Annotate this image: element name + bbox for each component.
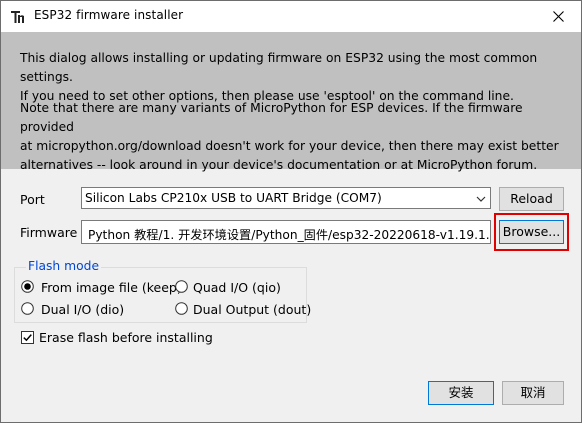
info-paragraph-1: This dialog allows installing or updatin… bbox=[20, 51, 538, 103]
reload-button-label: Reload bbox=[510, 191, 553, 206]
highlight-box bbox=[494, 213, 569, 251]
install-button[interactable]: 安装 bbox=[428, 381, 494, 405]
radio-label-dual-output: Dual Output (dout) bbox=[193, 302, 312, 317]
erase-flash-checkbox[interactable] bbox=[21, 331, 34, 344]
info-panel: This dialog allows installing or updatin… bbox=[1, 32, 581, 172]
chevron-down-icon bbox=[476, 196, 486, 202]
radio-label-from-image-file: From image file (keep) bbox=[41, 280, 182, 295]
close-icon bbox=[553, 11, 564, 22]
erase-flash-label: Erase flash before installing bbox=[39, 330, 213, 345]
cancel-button-label: 取消 bbox=[520, 385, 546, 400]
close-button[interactable] bbox=[536, 1, 581, 32]
radio-from-image-file[interactable] bbox=[21, 280, 34, 293]
reload-button[interactable]: Reload bbox=[499, 187, 564, 211]
window-title: ESP32 firmware installer bbox=[34, 8, 184, 22]
radio-quad-io[interactable] bbox=[175, 280, 188, 293]
firmware-label: Firmware bbox=[20, 225, 78, 240]
firmware-path-input[interactable]: Python 教程/1. 开发环境设置/Python_固件/esp32-2022… bbox=[81, 220, 491, 244]
radio-dual-output[interactable] bbox=[175, 302, 188, 315]
cancel-button[interactable]: 取消 bbox=[502, 381, 564, 405]
flash-mode-title: Flash mode bbox=[26, 259, 102, 273]
radio-dual-io[interactable] bbox=[21, 302, 34, 315]
radio-label-dual-io: Dual I/O (dio) bbox=[41, 302, 125, 317]
port-label: Port bbox=[20, 192, 45, 207]
install-button-label: 安装 bbox=[448, 385, 474, 400]
radio-label-quad-io: Quad I/O (qio) bbox=[193, 280, 281, 295]
installer-dialog: ESP32 firmware installer This dialog all… bbox=[0, 0, 582, 423]
title-bar[interactable]: ESP32 firmware installer bbox=[1, 1, 581, 32]
thonny-app-icon bbox=[10, 9, 26, 25]
firmware-path-value: Python 教程/1. 开发环境设置/Python_固件/esp32-2022… bbox=[88, 228, 491, 242]
port-selected-value: Silicon Labs CP210x USB to UART Bridge (… bbox=[85, 191, 382, 205]
port-select[interactable]: Silicon Labs CP210x USB to UART Bridge (… bbox=[81, 187, 491, 209]
info-paragraph-2: Note that there are many variants of Mic… bbox=[20, 101, 559, 172]
